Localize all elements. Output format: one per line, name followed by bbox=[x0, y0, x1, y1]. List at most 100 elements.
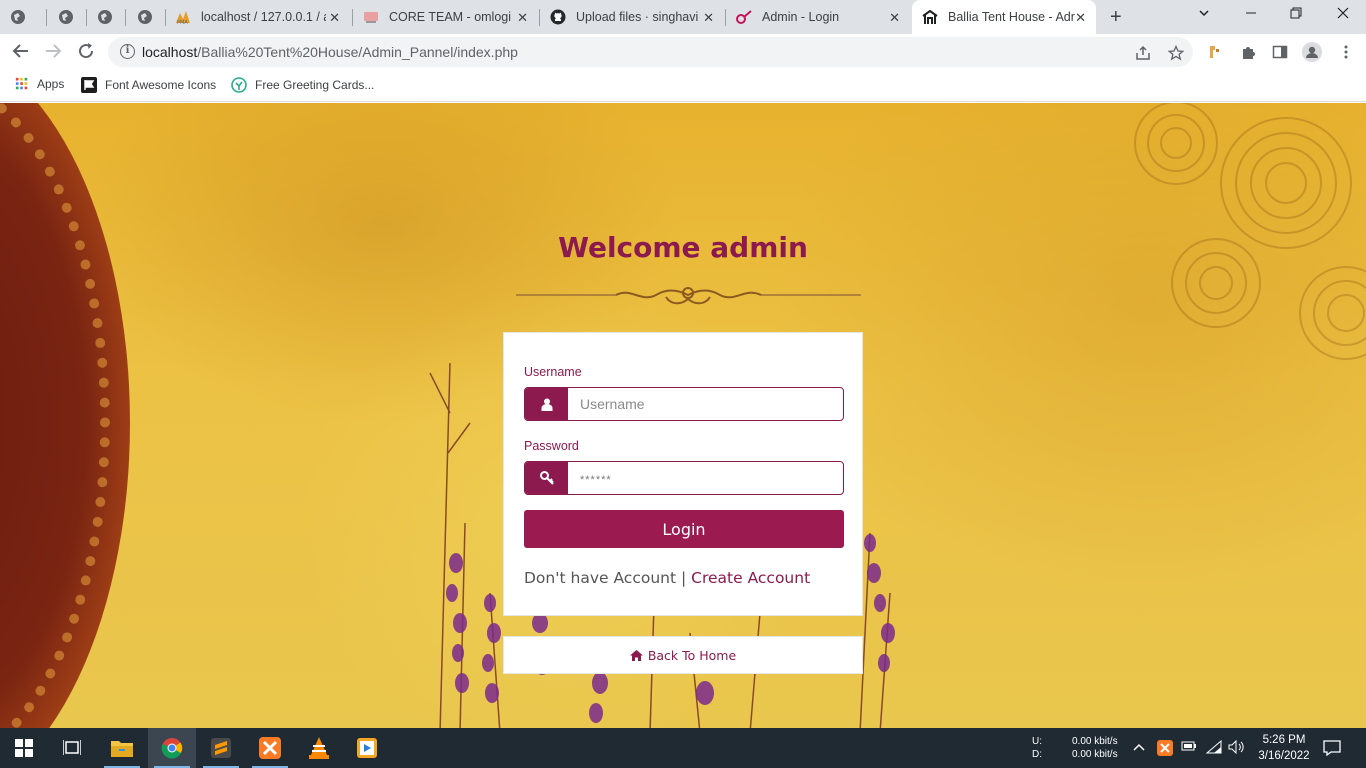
folder-icon bbox=[111, 741, 133, 757]
taskbar-sublime[interactable] bbox=[197, 728, 245, 768]
create-account-line: Don't have Account | Create Account bbox=[524, 569, 810, 587]
taskbar-vlc[interactable] bbox=[295, 728, 343, 768]
new-tab-icon[interactable]: + bbox=[1110, 7, 1122, 27]
globe-icon bbox=[58, 9, 74, 25]
url-text: localhost/Ballia%20Tent%20House/Admin_Pa… bbox=[142, 44, 518, 60]
password-input[interactable] bbox=[568, 462, 843, 494]
browser-tab-github[interactable]: Upload files · singhavi9 ✕ bbox=[550, 0, 724, 34]
browser-tab-phpmyadmin[interactable]: PMA localhost / 127.0.0.1 / a ✕ bbox=[175, 0, 350, 34]
browser-tab-3[interactable] bbox=[97, 0, 133, 34]
vlc-icon bbox=[309, 737, 329, 759]
restore-icon[interactable] bbox=[1290, 6, 1302, 22]
back-to-home-link[interactable]: Back To Home bbox=[629, 647, 737, 663]
wifi-icon[interactable] bbox=[1205, 739, 1222, 757]
password-input-group bbox=[524, 461, 844, 495]
taskbar-media-player[interactable] bbox=[343, 728, 391, 768]
taskbar-file-explorer[interactable] bbox=[98, 728, 146, 768]
tab-title: Ballia Tent House - Adr bbox=[948, 10, 1075, 24]
browser-tab-admin-login[interactable]: Admin - Login ✕ bbox=[736, 0, 910, 34]
browser-tab-active[interactable]: Ballia Tent House - Adr ✕ bbox=[912, 0, 1096, 34]
user-icon bbox=[525, 388, 568, 420]
windows-taskbar: U: 0.00 kbit/s D: 0.00 kbit/s 5:26 PM 3/16… bbox=[0, 728, 1366, 768]
browser-tab-strip: PMA localhost / 127.0.0.1 / a ✕ CORE TEA… bbox=[0, 0, 1366, 34]
browser-tab-1[interactable] bbox=[10, 0, 46, 34]
username-input[interactable] bbox=[568, 388, 843, 420]
key-icon bbox=[525, 462, 568, 494]
upload-speed: 0.00 kbit/s bbox=[1072, 736, 1118, 747]
reload-icon[interactable] bbox=[77, 42, 95, 63]
globe-icon bbox=[137, 9, 153, 25]
username-label: Username bbox=[524, 365, 582, 379]
back-icon[interactable] bbox=[12, 42, 30, 63]
username-input-group bbox=[524, 387, 844, 421]
minimize-icon[interactable] bbox=[1245, 6, 1257, 22]
login-button[interactable]: Login bbox=[524, 510, 844, 548]
flag-icon bbox=[81, 77, 97, 93]
clock-time: 5:26 PM bbox=[1262, 734, 1306, 746]
tab-search-icon[interactable] bbox=[1198, 6, 1210, 22]
xampp-icon bbox=[259, 737, 281, 759]
volume-icon[interactable] bbox=[1228, 739, 1244, 757]
bookmarks-bar: Apps Font Awesome Icons Free Greeting Ca… bbox=[0, 70, 1366, 102]
bookmark-greeting-cards[interactable]: Free Greeting Cards... bbox=[231, 77, 374, 93]
battery-icon[interactable] bbox=[1181, 740, 1197, 755]
windows-logo-icon bbox=[15, 739, 33, 757]
system-clock[interactable]: 5:26 PM 3/16/2022 bbox=[1252, 732, 1316, 764]
close-tab-icon[interactable]: ✕ bbox=[889, 10, 900, 26]
svg-text:PMA: PMA bbox=[177, 20, 188, 25]
bookmark-label: Font Awesome Icons bbox=[105, 78, 217, 92]
close-tab-icon[interactable]: ✕ bbox=[703, 10, 714, 26]
network-speed-meter: U: 0.00 kbit/s D: 0.00 kbit/s bbox=[1032, 735, 1118, 761]
login-form: Username Password Login Don't have Accou… bbox=[503, 332, 863, 616]
tent-house-icon bbox=[922, 9, 938, 25]
close-tab-icon[interactable]: ✕ bbox=[329, 10, 340, 26]
profile-avatar-icon[interactable] bbox=[1302, 42, 1322, 66]
side-panel-icon[interactable] bbox=[1272, 44, 1288, 64]
home-icon bbox=[629, 649, 643, 661]
taskbar-chrome[interactable] bbox=[148, 728, 196, 768]
xampp-tray-icon[interactable] bbox=[1157, 740, 1173, 759]
github-icon bbox=[550, 9, 566, 25]
browser-toolbar: i localhost/Ballia%20Tent%20House/Admin_… bbox=[0, 34, 1366, 70]
task-view-icon bbox=[63, 740, 81, 755]
tab-title: Admin - Login bbox=[762, 10, 840, 24]
close-window-icon[interactable] bbox=[1337, 6, 1349, 22]
bookmark-apps[interactable]: Apps bbox=[15, 77, 64, 91]
site-info-icon[interactable]: i bbox=[120, 44, 135, 59]
phpmyadmin-icon: PMA bbox=[175, 9, 191, 25]
browser-tab-core-team[interactable]: CORE TEAM - omlogist ✕ bbox=[363, 0, 538, 34]
extension-icon[interactable] bbox=[1208, 44, 1224, 64]
start-button[interactable] bbox=[0, 728, 48, 768]
bookmark-star-icon[interactable] bbox=[1167, 44, 1185, 65]
share-icon[interactable] bbox=[1135, 45, 1151, 65]
bookmark-label: Apps bbox=[37, 77, 65, 91]
close-tab-icon[interactable]: ✕ bbox=[1075, 10, 1086, 26]
create-account-link[interactable]: Create Account bbox=[691, 569, 810, 587]
bookmark-font-awesome[interactable]: Font Awesome Icons bbox=[81, 77, 216, 93]
back-to-home-label: Back To Home bbox=[647, 647, 737, 663]
browser-tab-2[interactable] bbox=[58, 0, 94, 34]
notifications-icon[interactable] bbox=[1323, 740, 1341, 761]
media-player-icon bbox=[357, 738, 377, 758]
puzzle-icon[interactable] bbox=[1240, 44, 1256, 64]
menu-kebab-icon[interactable] bbox=[1338, 44, 1354, 64]
bookmark-label: Free Greeting Cards... bbox=[255, 78, 375, 92]
show-hidden-icons-chevron-icon[interactable] bbox=[1133, 740, 1145, 755]
back-home-card: Back To Home bbox=[503, 636, 863, 674]
close-tab-icon[interactable]: ✕ bbox=[517, 10, 528, 26]
download-label: D: bbox=[1032, 749, 1042, 760]
tab-title: CORE TEAM - omlogist bbox=[389, 10, 511, 24]
upload-label: U: bbox=[1032, 736, 1042, 747]
tab-title: Upload files · singhavi9 bbox=[576, 10, 698, 24]
browser-tab-4[interactable] bbox=[137, 0, 173, 34]
address-bar[interactable]: i localhost/Ballia%20Tent%20House/Admin_… bbox=[108, 37, 1193, 67]
tab-title: localhost / 127.0.0.1 / a bbox=[201, 10, 326, 24]
clock-date: 3/16/2022 bbox=[1258, 750, 1310, 762]
task-view-button[interactable] bbox=[48, 728, 96, 768]
forward-icon[interactable] bbox=[44, 42, 62, 63]
no-account-text: Don't have Account | bbox=[524, 569, 687, 587]
heading-divider-ornament bbox=[516, 287, 861, 305]
password-label: Password bbox=[524, 439, 579, 453]
taskbar-xampp[interactable] bbox=[246, 728, 294, 768]
greeting-icon bbox=[231, 77, 247, 93]
